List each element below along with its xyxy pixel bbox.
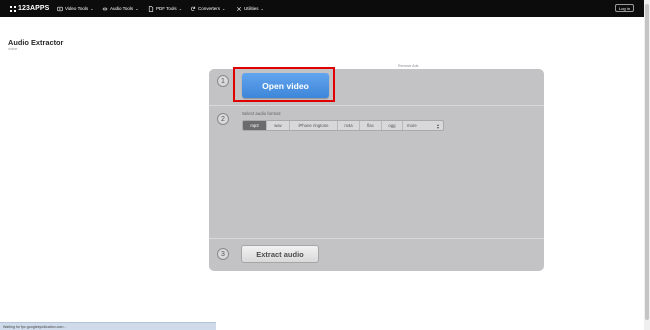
nav-utilities[interactable]: Utilities ⌄ (236, 4, 264, 13)
format-option-wav[interactable]: wav (267, 121, 290, 130)
logo-text: 123APPS (18, 5, 50, 12)
nav-converters[interactable]: Converters ⌄ (190, 4, 225, 13)
pdf-icon (148, 5, 154, 12)
extractor-panel (209, 69, 544, 271)
page-title: Audio Extractor (8, 38, 64, 47)
step-divider (209, 105, 544, 106)
dropdown-arrows-icon: ▴ ▾ (436, 121, 439, 130)
logo-icon (10, 5, 16, 12)
select-format-label: Select audio format: (242, 111, 282, 116)
format-more-dropdown[interactable]: more ▴ ▾ (403, 121, 443, 130)
format-option-flac[interactable]: flac (360, 121, 382, 130)
scrollbar-thumb[interactable] (645, 4, 649, 320)
logo[interactable]: 123APPS (10, 4, 49, 13)
video-icon (57, 6, 63, 11)
chevron-down-icon: ⌄ (90, 5, 94, 11)
chevron-down-icon: ⌄ (178, 5, 183, 11)
format-option-ogg[interactable]: ogg (382, 121, 403, 130)
chevron-down-icon: ⌄ (222, 5, 226, 11)
top-navigation-bar: 123APPS Video Tools ⌄ Audio Tools ⌄ PDF … (0, 0, 644, 17)
login-button[interactable]: Log in (615, 4, 634, 12)
step-divider (209, 238, 544, 239)
remove-ads-link[interactable]: Remove Ads (398, 64, 418, 68)
nav-converters-label: Converters (198, 6, 221, 11)
browser-status-bar: Waiting for fpc.googlesyndication.com... (0, 322, 216, 330)
audio-format-selector: mp3 wav iPhone ringtone m4a flac ogg mor… (242, 120, 444, 131)
step-3-number: 3 (217, 248, 229, 260)
converter-icon (190, 6, 196, 11)
chevron-down-icon: ⌄ (260, 5, 264, 11)
utilities-icon (236, 6, 242, 11)
status-text: Waiting for fpc.googlesyndication.com... (3, 324, 67, 329)
extract-audio-button[interactable]: Extract audio (241, 245, 319, 263)
step-1-number: 1 (217, 75, 229, 87)
audio-icon (102, 6, 108, 11)
nav-audio-tools-label: Audio Tools (110, 6, 134, 11)
step-2-number: 2 (217, 113, 229, 125)
page-subtitle: online (8, 47, 18, 51)
nav-pdf-tools[interactable]: PDF Tools ⌄ (148, 4, 182, 13)
nav-video-tools[interactable]: Video Tools ⌄ (57, 4, 93, 13)
format-option-mp3[interactable]: mp3 (243, 121, 267, 130)
format-more-label: more (407, 123, 417, 128)
format-option-iphone-ringtone[interactable]: iPhone ringtone (290, 121, 338, 130)
nav-pdf-tools-label: PDF Tools (156, 6, 177, 11)
nav-video-tools-label: Video Tools (65, 6, 89, 11)
nav-audio-tools[interactable]: Audio Tools ⌄ (102, 4, 139, 13)
chevron-down-icon: ⌄ (135, 5, 139, 11)
nav-utilities-label: Utilities (244, 6, 259, 11)
open-video-button[interactable]: Open video (242, 73, 329, 98)
format-option-m4a[interactable]: m4a (338, 121, 360, 130)
